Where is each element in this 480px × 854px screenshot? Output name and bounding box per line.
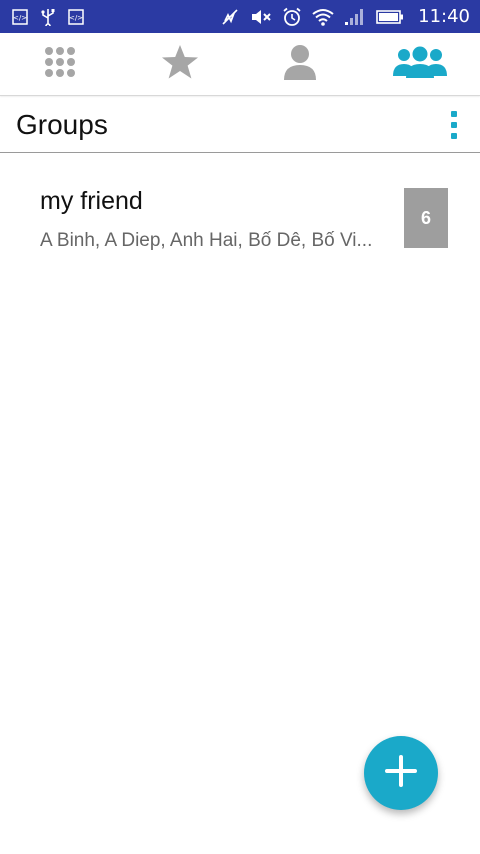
star-icon — [161, 44, 199, 84]
status-time: 11:40 — [418, 6, 470, 27]
group-member-count: 6 — [404, 188, 448, 248]
dialpad-icon — [43, 45, 77, 83]
usb-icon — [40, 8, 56, 26]
wifi-icon — [312, 8, 334, 26]
tab-groups[interactable] — [360, 33, 480, 95]
code-icon: </> — [12, 8, 28, 25]
svg-text:</>: </> — [13, 14, 27, 22]
overflow-menu-button[interactable] — [442, 105, 466, 145]
overflow-dot — [451, 121, 457, 128]
battery-icon — [376, 9, 404, 25]
signal-icon — [344, 8, 366, 26]
nfc-off-icon — [220, 7, 240, 27]
tab-favorites[interactable] — [120, 33, 240, 95]
overflow-dot — [451, 132, 457, 139]
status-left-icons: </> </> — [12, 8, 84, 26]
add-group-button[interactable] — [364, 736, 438, 810]
tab-bar — [0, 33, 480, 96]
status-bar: </> </> 11:40 — [0, 0, 480, 33]
alarm-icon — [282, 7, 302, 27]
group-members: A Binh, A Diep, Anh Hai, Bố Dê, Bố Vi... — [40, 230, 373, 251]
overflow-dot — [451, 110, 457, 117]
svg-text:</>: </> — [69, 14, 83, 22]
group-list-item[interactable]: my friend A Binh, A Diep, Anh Hai, Bố Dê… — [0, 175, 480, 265]
group-name: my friend — [40, 187, 143, 215]
plus-icon — [384, 754, 418, 792]
page-header: Groups — [0, 97, 480, 153]
status-right-icons: 11:40 — [220, 6, 470, 27]
mute-icon — [250, 8, 272, 26]
group-icon — [393, 45, 447, 83]
person-icon — [282, 43, 318, 85]
tab-dialpad[interactable] — [0, 33, 120, 95]
tab-contacts[interactable] — [240, 33, 360, 95]
page-title: Groups — [16, 108, 108, 140]
code-icon: </> — [68, 8, 84, 25]
